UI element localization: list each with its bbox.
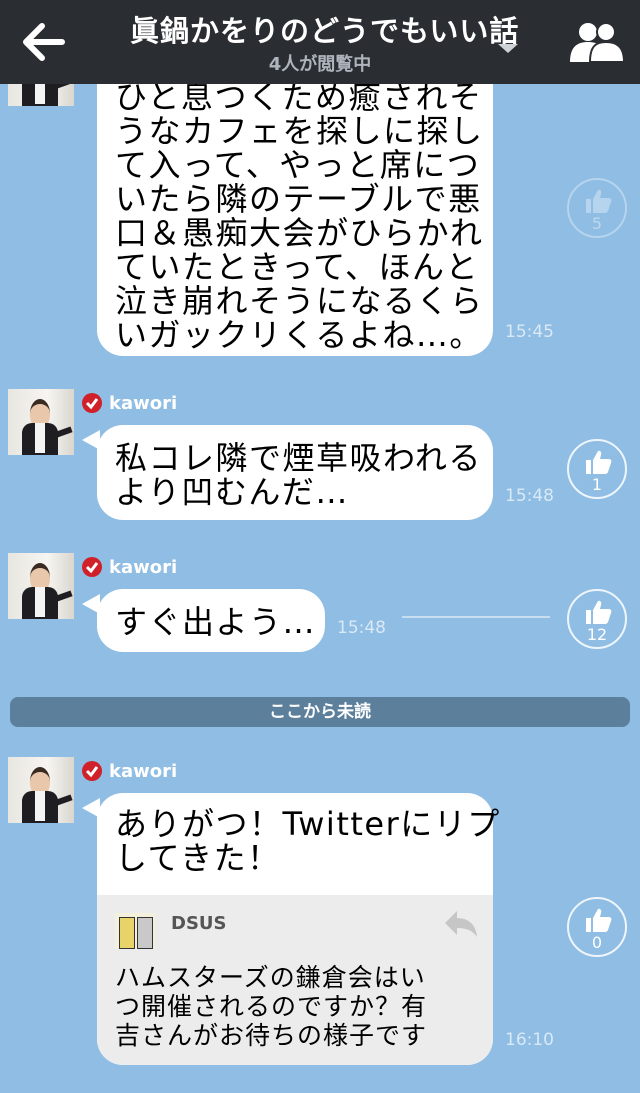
- thumbs-up-icon: [586, 189, 612, 213]
- reply-avatar: [115, 913, 155, 949]
- message-text: ありがつ！Twitterにリプ してきた！: [115, 805, 501, 877]
- message-text: すぐ出よう…: [115, 603, 317, 641]
- chat-title[interactable]: 眞鍋かをりのどうでもいい話: [130, 8, 530, 48]
- like-count: 0: [591, 933, 603, 952]
- sender-name: kawori: [109, 557, 178, 578]
- avatar[interactable]: [8, 553, 74, 619]
- reply-quote[interactable]: DSUS ハムスターズの鎌倉会はい つ開催されるのですか？有 吉さんがお待ちの様…: [97, 895, 493, 1065]
- message-text: ひと息つくため癒されそ うなカフェを探しに探し て入って、やっと席につ いたら隣…: [115, 78, 484, 354]
- sender-name: kawori: [109, 761, 178, 782]
- avatar[interactable]: [8, 389, 74, 455]
- reply-user-name: DSUS: [171, 913, 227, 934]
- message-bubble[interactable]: すぐ出よう…: [97, 589, 325, 652]
- message-time: 15:48: [505, 486, 554, 506]
- like-count: 12: [586, 625, 608, 644]
- message-time: 16:10: [505, 1030, 554, 1050]
- like-button[interactable]: 1: [567, 439, 627, 499]
- verified-badge-icon: [82, 557, 102, 577]
- like-button[interactable]: 5: [567, 178, 627, 238]
- divider-line: [402, 616, 550, 618]
- reply-text: ハムスターズの鎌倉会はい つ開催されるのですか？有 吉さんがお待ちの様子です: [115, 963, 428, 1050]
- unread-divider: ここから未読: [10, 697, 630, 727]
- message-time: 15:48: [337, 618, 386, 638]
- like-count: 5: [591, 214, 603, 233]
- verified-badge-icon: [82, 393, 102, 413]
- chat-header: 眞鍋かをりのどうでもいい話 4人が閲覧中: [0, 0, 640, 84]
- reply-arrow-icon[interactable]: [443, 909, 479, 939]
- like-button[interactable]: 12: [567, 589, 627, 649]
- like-button[interactable]: 0: [567, 897, 627, 957]
- thumbs-up-icon: [586, 600, 612, 624]
- thumbs-up-icon: [586, 450, 612, 474]
- thumbs-up-icon: [586, 908, 612, 932]
- message-text: 私コレ隣で煙草吸われる より凹むんだ…: [115, 439, 482, 511]
- sender-name: kawori: [109, 393, 178, 414]
- message-bubble[interactable]: 私コレ隣で煙草吸われる より凹むんだ…: [97, 425, 493, 520]
- verified-badge-icon: [82, 761, 102, 781]
- avatar[interactable]: [8, 757, 74, 823]
- members-icon[interactable]: [564, 18, 628, 66]
- message-time: 15:45: [505, 322, 554, 342]
- message-bubble[interactable]: ひと息つくため癒されそ うなカフェを探しに探し て入って、やっと席につ いたら隣…: [97, 40, 493, 356]
- viewer-count: 4人が閲覧中: [268, 54, 372, 75]
- like-count: 1: [591, 475, 603, 494]
